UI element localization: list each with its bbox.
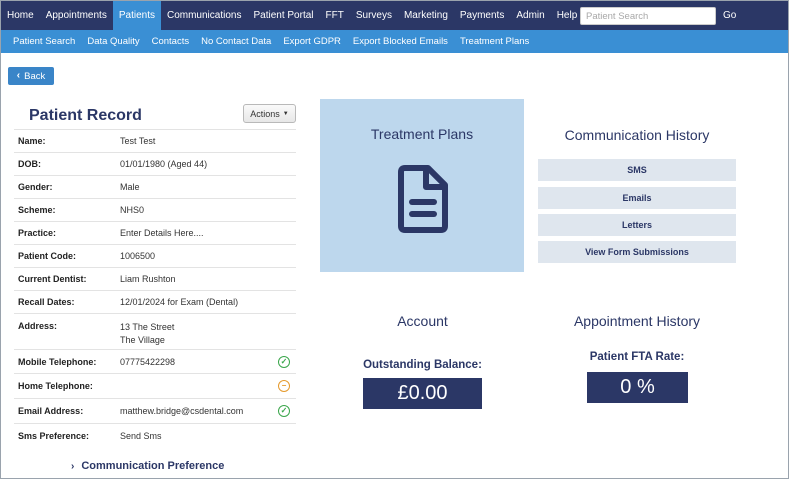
- nav-payments[interactable]: Payments: [454, 1, 510, 30]
- communication-preference-toggle[interactable]: › Communication Preference: [71, 460, 224, 472]
- field-label: Email Address:: [18, 406, 84, 416]
- field-label: Patient Code:: [18, 251, 77, 261]
- account-title: Account: [397, 313, 448, 329]
- nav-communications[interactable]: Communications: [161, 1, 247, 30]
- sms-button[interactable]: SMS: [538, 159, 736, 181]
- communication-preference-label: Communication Preference: [81, 460, 225, 472]
- actions-label: Actions: [250, 108, 280, 119]
- view-form-submissions-button[interactable]: View Form Submissions: [538, 241, 736, 263]
- field-value: Send Sms: [120, 431, 162, 441]
- verified-check-icon: ✓: [278, 355, 290, 368]
- field-value: NHS0: [120, 205, 145, 215]
- outstanding-balance-value: £0.00: [363, 378, 482, 409]
- field-label: Current Dentist:: [18, 274, 87, 284]
- field-value: Enter Details Here....: [120, 228, 204, 238]
- appointment-history-title: Appointment History: [573, 313, 701, 329]
- treatment-plans-title: Treatment Plans: [370, 126, 474, 142]
- address-line-2: The Village: [120, 335, 165, 345]
- top-nav: Home Appointments Patients Communication…: [1, 1, 788, 30]
- subnav-contacts[interactable]: Contacts: [146, 30, 196, 53]
- table-row: Practice: Enter Details Here....: [14, 221, 296, 244]
- page-title: Patient Record: [29, 107, 142, 124]
- back-label: Back: [24, 70, 46, 82]
- field-label: Mobile Telephone:: [18, 357, 97, 367]
- table-row: Sms Preference: Send Sms: [14, 423, 296, 447]
- nav-appointments[interactable]: Appointments: [40, 1, 113, 30]
- nav-fft[interactable]: FFT: [320, 1, 350, 30]
- subnav-export-gdpr[interactable]: Export GDPR: [277, 30, 347, 53]
- go-button[interactable]: Go: [723, 1, 736, 30]
- patient-record-table: Name: Test Test DOB: 01/01/1980 (Aged 44) Ge…: [14, 129, 296, 447]
- field-label: Gender:: [18, 182, 53, 192]
- subnav-patient-search[interactable]: Patient Search: [7, 30, 81, 53]
- nav-patient-portal[interactable]: Patient Portal: [247, 1, 319, 30]
- nav-marketing[interactable]: Marketing: [398, 1, 454, 30]
- letters-button[interactable]: Letters: [538, 214, 736, 236]
- field-value: Male: [120, 182, 140, 192]
- field-value: 13 The Street The Village: [120, 314, 296, 349]
- field-value: 01/01/1980 (Aged 44): [120, 159, 208, 169]
- table-row: Name: Test Test: [14, 129, 296, 152]
- communication-history-title: Communication History: [564, 127, 710, 143]
- field-value: matthew.bridge@csdental.com: [120, 406, 244, 416]
- address-line-1: 13 The Street: [120, 322, 175, 332]
- field-label: Practice:: [18, 228, 57, 238]
- field-value: Test Test: [120, 136, 156, 146]
- warning-minus-icon: −: [278, 380, 290, 392]
- caret-down-icon: ▼: [282, 110, 289, 117]
- field-label: Scheme:: [18, 205, 56, 215]
- field-label: DOB:: [18, 159, 41, 169]
- verified-check-icon: ✓: [278, 405, 290, 417]
- subnav-export-blocked-emails[interactable]: Export Blocked Emails: [347, 30, 454, 53]
- field-label: Home Telephone:: [18, 381, 93, 391]
- table-row: Mobile Telephone: 07775422298 ✓: [14, 349, 296, 373]
- fta-rate-label: Patient FTA Rate:: [589, 351, 685, 363]
- table-row: Current Dentist: Liam Rushton: [14, 267, 296, 290]
- nav-admin[interactable]: Admin: [510, 1, 550, 30]
- patient-search-input[interactable]: [580, 7, 716, 25]
- field-label: Address:: [18, 321, 58, 331]
- table-row: Email Address: matthew.bridge@csdental.co…: [14, 398, 296, 423]
- table-row: DOB: 01/01/1980 (Aged 44): [14, 152, 296, 175]
- table-row: Recall Dates: 12/01/2024 for Exam (Dental…: [14, 290, 296, 313]
- back-button[interactable]: ‹ Back: [8, 67, 54, 85]
- field-value: 07775422298: [120, 357, 176, 367]
- subnav-no-contact-data[interactable]: No Contact Data: [195, 30, 277, 53]
- table-row: Gender: Male: [14, 175, 296, 198]
- subnav-data-quality[interactable]: Data Quality: [81, 30, 145, 53]
- document-icon: [398, 165, 448, 233]
- field-value: 12/01/2024 for Exam (Dental): [120, 297, 239, 307]
- chevron-right-icon: ›: [71, 460, 75, 472]
- subnav-treatment-plans[interactable]: Treatment Plans: [454, 30, 535, 53]
- table-row: Home Telephone: −: [14, 373, 296, 398]
- fta-rate-value: 0 %: [587, 372, 688, 403]
- field-value: [120, 374, 296, 398]
- table-row: Address: 13 The Street The Village: [14, 313, 296, 349]
- app-frame: Home Appointments Patients Communication…: [0, 0, 789, 479]
- actions-dropdown-button[interactable]: Actions ▼: [243, 104, 296, 123]
- field-value: 1006500: [120, 251, 156, 261]
- outstanding-balance-label: Outstanding Balance:: [363, 359, 482, 371]
- table-row: Scheme: NHS0: [14, 198, 296, 221]
- field-label: Name:: [18, 136, 46, 146]
- field-value: Liam Rushton: [120, 274, 176, 284]
- nav-home[interactable]: Home: [1, 1, 40, 30]
- field-label: Recall Dates:: [18, 297, 75, 307]
- field-label: Sms Preference:: [18, 431, 90, 441]
- nav-patients[interactable]: Patients: [112, 1, 161, 30]
- emails-button[interactable]: Emails: [538, 187, 736, 209]
- nav-surveys[interactable]: Surveys: [350, 1, 398, 30]
- nav-help[interactable]: Help: [551, 1, 584, 30]
- sub-nav: Patient Search Data Quality Contacts No …: [1, 30, 788, 53]
- treatment-plans-panel[interactable]: Treatment Plans: [320, 99, 524, 272]
- table-row: Patient Code: 1006500: [14, 244, 296, 267]
- chevron-left-icon: ‹: [16, 70, 21, 81]
